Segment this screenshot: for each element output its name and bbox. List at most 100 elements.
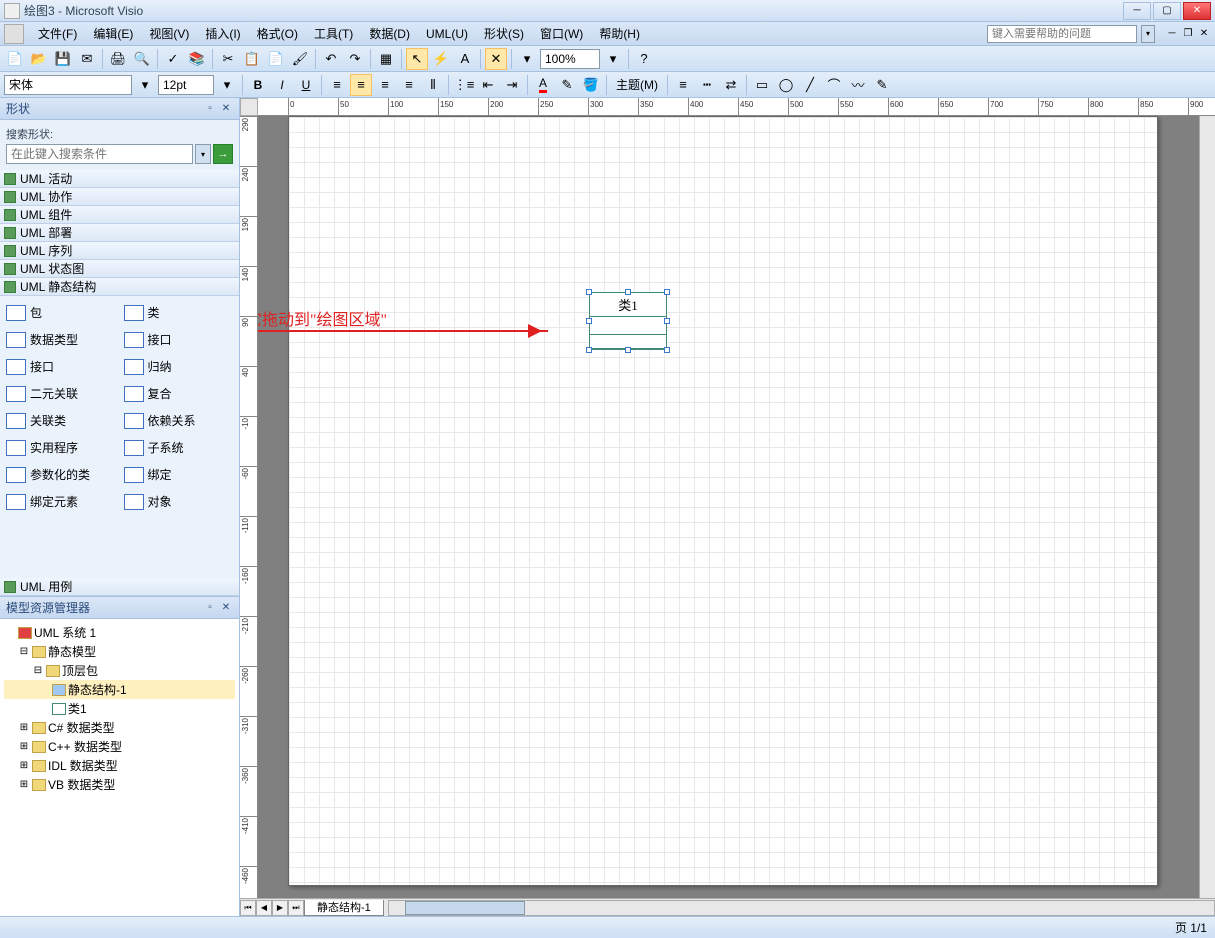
line-tool[interactable]: ╱ xyxy=(799,74,821,96)
line-weight-button[interactable]: ≡ xyxy=(672,74,694,96)
shape-item[interactable]: 接口 xyxy=(122,327,236,352)
copy-button[interactable]: 📋 xyxy=(241,48,263,70)
font-name-dropdown[interactable]: ▾ xyxy=(134,74,156,96)
resize-handle-n[interactable] xyxy=(625,289,631,295)
horizontal-ruler[interactable]: 0501001502002503003504004505005506006507… xyxy=(258,98,1215,116)
drawing-page[interactable]: 类1 xyxy=(288,116,1158,886)
fill-dropdown[interactable]: ▾ xyxy=(516,48,538,70)
paste-button[interactable]: 📄 xyxy=(265,48,287,70)
format-painter-button[interactable]: 🖌 xyxy=(289,48,311,70)
decrease-indent-button[interactable]: ⇤ xyxy=(477,74,499,96)
align-left-button[interactable]: ≡ xyxy=(326,74,348,96)
doc-minimize[interactable]: ─ xyxy=(1165,27,1179,41)
vertical-scrollbar[interactable] xyxy=(1199,116,1215,898)
stencil-item[interactable]: UML 用例 xyxy=(0,578,239,596)
shape-item[interactable]: 类 xyxy=(122,300,236,325)
drawing-canvas[interactable]: 类1 将它拖动到"绘图区域" xyxy=(258,116,1215,898)
minimize-button[interactable]: ─ xyxy=(1123,2,1151,20)
stencil-item[interactable]: UML 状态图 xyxy=(0,260,239,278)
resize-handle-nw[interactable] xyxy=(586,289,592,295)
vertical-ruler[interactable]: 2902401901409040-10-60-110-160-210-260-3… xyxy=(240,116,258,898)
underline-button[interactable]: U xyxy=(295,74,317,96)
font-color-button[interactable]: A xyxy=(532,74,554,96)
help-search-input[interactable] xyxy=(987,25,1137,43)
align-right-button[interactable]: ≡ xyxy=(374,74,396,96)
tree-root[interactable]: UML 系统 1 xyxy=(4,623,235,642)
doc-close[interactable]: ✕ xyxy=(1197,27,1211,41)
fill-color-button[interactable]: 🪣 xyxy=(580,74,602,96)
text-tool-button[interactable]: A xyxy=(454,48,476,70)
menu-insert[interactable]: 插入(I) xyxy=(197,23,248,44)
tree-idl[interactable]: ⊞IDL 数据类型 xyxy=(4,756,235,775)
maximize-button[interactable]: ▢ xyxy=(1153,2,1181,20)
shape-item[interactable]: 依赖关系 xyxy=(122,408,236,433)
line-pattern-button[interactable]: ┅ xyxy=(696,74,718,96)
redo-button[interactable]: ↷ xyxy=(344,48,366,70)
shape-item[interactable]: 二元关联 xyxy=(4,381,118,406)
research-button[interactable]: 📚 xyxy=(186,48,208,70)
shape-window-button[interactable]: ▦ xyxy=(375,48,397,70)
resize-handle-se[interactable] xyxy=(664,347,670,353)
menu-window[interactable]: 窗口(W) xyxy=(532,23,591,44)
increase-indent-button[interactable]: ⇥ xyxy=(501,74,523,96)
shape-item[interactable]: 数据类型 xyxy=(4,327,118,352)
search-go-button[interactable]: → xyxy=(213,144,233,164)
page-tab[interactable]: 静态结构-1 xyxy=(304,900,384,916)
pointer-tool-button[interactable]: ↖ xyxy=(406,48,428,70)
shapes-panel-pin[interactable]: ▫ xyxy=(203,102,217,116)
model-panel-pin[interactable]: ▫ xyxy=(203,601,217,615)
resize-handle-s[interactable] xyxy=(625,347,631,353)
tree-struct1[interactable]: 静态结构-1 xyxy=(4,680,235,699)
theme-button[interactable]: 主题(M) xyxy=(611,74,663,96)
close-button[interactable]: ✕ xyxy=(1183,2,1211,20)
tab-nav-first[interactable]: ⏮ xyxy=(240,900,256,916)
menu-shape[interactable]: 形状(S) xyxy=(476,23,532,44)
align-center-button[interactable]: ≡ xyxy=(350,74,372,96)
menu-data[interactable]: 数据(D) xyxy=(361,23,418,44)
tab-nav-next[interactable]: ▶ xyxy=(272,900,288,916)
bold-button[interactable]: B xyxy=(247,74,269,96)
zoom-dropdown[interactable]: ▾ xyxy=(602,48,624,70)
resize-handle-w[interactable] xyxy=(586,318,592,324)
resize-handle-ne[interactable] xyxy=(664,289,670,295)
stencil-item[interactable]: UML 部署 xyxy=(0,224,239,242)
resize-handle-sw[interactable] xyxy=(586,347,592,353)
zoom-combo[interactable]: 100% xyxy=(540,49,600,69)
align-justify-button[interactable]: ≡ xyxy=(398,74,420,96)
arc-tool[interactable]: ⌒ xyxy=(823,74,845,96)
help-dropdown[interactable]: ▾ xyxy=(1141,25,1155,43)
menu-uml[interactable]: UML(U) xyxy=(418,25,476,43)
font-size-dropdown[interactable]: ▾ xyxy=(216,74,238,96)
font-size-combo[interactable]: 12pt xyxy=(158,75,214,95)
italic-button[interactable]: I xyxy=(271,74,293,96)
menu-file[interactable]: 文件(F) xyxy=(30,23,85,44)
uml-class-shape[interactable]: 类1 xyxy=(589,292,667,350)
new-button[interactable]: 📄 xyxy=(4,48,26,70)
stencil-item[interactable]: UML 活动 xyxy=(0,170,239,188)
shape-item[interactable]: 实用程序 xyxy=(4,435,118,460)
stencil-item[interactable]: UML 组件 xyxy=(0,206,239,224)
menu-help[interactable]: 帮助(H) xyxy=(591,23,648,44)
undo-button[interactable]: ↶ xyxy=(320,48,342,70)
tree-top-package[interactable]: ⊟顶层包 xyxy=(4,661,235,680)
line-ends-button[interactable]: ⇄ xyxy=(720,74,742,96)
line-color-button[interactable]: ✎ xyxy=(556,74,578,96)
ellipse-tool[interactable]: ◯ xyxy=(775,74,797,96)
visio-icon[interactable] xyxy=(4,24,24,44)
menu-edit[interactable]: 编辑(E) xyxy=(85,23,141,44)
tab-nav-last[interactable]: ⏭ xyxy=(288,900,304,916)
shape-item[interactable]: 参数化的类 xyxy=(4,462,118,487)
shape-item[interactable]: 对象 xyxy=(122,489,236,514)
print-preview-button[interactable]: 🔍 xyxy=(131,48,153,70)
tree-csharp[interactable]: ⊞C# 数据类型 xyxy=(4,718,235,737)
bullets-button[interactable]: ⋮≡ xyxy=(453,74,475,96)
tree-cpp[interactable]: ⊞C++ 数据类型 xyxy=(4,737,235,756)
cut-button[interactable]: ✂ xyxy=(217,48,239,70)
rectangle-tool[interactable]: ▭ xyxy=(751,74,773,96)
shape-search-input[interactable] xyxy=(6,144,193,164)
tab-nav-prev[interactable]: ◀ xyxy=(256,900,272,916)
horizontal-scrollbar[interactable] xyxy=(388,900,1215,916)
shapes-panel-close[interactable]: ✕ xyxy=(219,102,233,116)
stencil-item[interactable]: UML 协作 xyxy=(0,188,239,206)
email-button[interactable]: ✉ xyxy=(76,48,98,70)
